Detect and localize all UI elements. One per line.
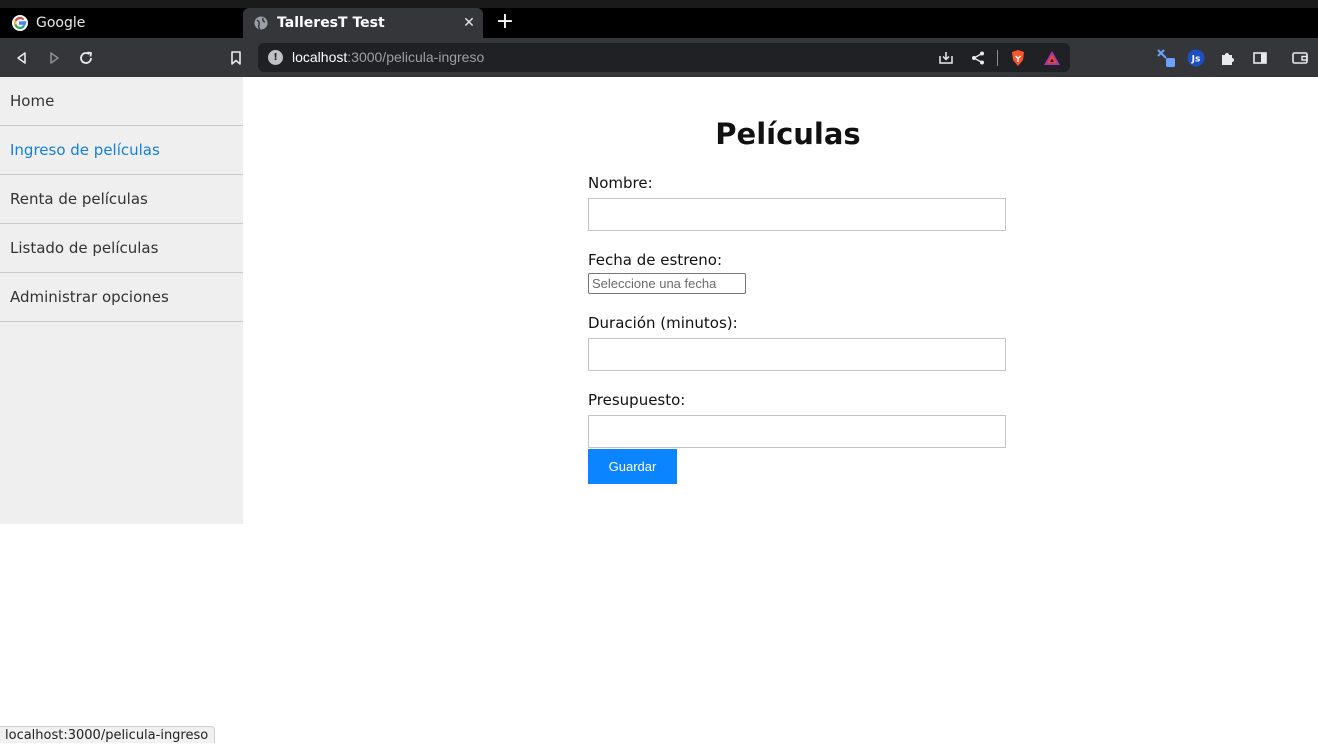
sidebar: Home Ingreso de películas Renta de pelíc… [0, 77, 243, 524]
brave-rewards-icon[interactable] [1042, 48, 1062, 68]
duracion-input[interactable] [588, 338, 1006, 371]
globe-icon [253, 15, 269, 31]
url-text[interactable]: localhost:3000/pelicula-ingreso [292, 49, 484, 65]
svg-text:Js: Js [1191, 55, 1201, 65]
page-title: Películas [715, 117, 861, 151]
translate-extension-icon[interactable] [1154, 46, 1178, 70]
browser-toolbar: ! localhost:3000/pelicula-ingreso Js [0, 38, 1318, 77]
fecha-estreno-label: Fecha de estreno: [588, 251, 722, 269]
fecha-estreno-input[interactable] [588, 273, 746, 294]
omnibox-divider [997, 50, 998, 66]
google-g-icon [12, 15, 28, 31]
nombre-label: Nombre: [588, 174, 653, 192]
sidebar-item-home[interactable]: Home [0, 77, 243, 126]
sidebar-item-administrar-opciones[interactable]: Administrar opciones [0, 273, 243, 322]
presupuesto-label: Presupuesto: [588, 391, 686, 409]
back-icon[interactable] [10, 46, 34, 70]
tab-title: Google [36, 15, 86, 31]
brave-shield-icon[interactable] [1008, 48, 1028, 68]
close-icon[interactable]: ✕ [461, 15, 477, 31]
sidebar-item-listado-peliculas[interactable]: Listado de películas [0, 224, 243, 273]
status-bar-url: localhost:3000/pelicula-ingreso [0, 726, 216, 743]
new-tab-icon[interactable]: + [494, 11, 516, 34]
site-info-icon[interactable]: ! [268, 50, 283, 65]
sidebar-item-renta-peliculas[interactable]: Renta de películas [0, 175, 243, 224]
nombre-input[interactable] [588, 198, 1006, 231]
url-host: localhost [292, 49, 348, 65]
share-icon[interactable] [968, 48, 988, 68]
js-extension-icon[interactable]: Js [1184, 46, 1208, 70]
install-icon[interactable] [936, 48, 956, 68]
presupuesto-input[interactable] [588, 415, 1006, 448]
duracion-label: Duración (minutos): [588, 314, 738, 332]
tab-google[interactable]: Google [0, 8, 242, 38]
pelicula-form: Nombre: Fecha de estreno: Duración (minu… [588, 174, 1008, 448]
sidebar-panel-icon[interactable] [1248, 46, 1272, 70]
tab-title: TalleresT Test [277, 15, 385, 31]
tab-talleres[interactable]: TalleresT Test ✕ [243, 8, 483, 38]
sidebar-item-ingreso-peliculas[interactable]: Ingreso de películas [0, 126, 243, 175]
address-bar[interactable]: ! localhost:3000/pelicula-ingreso [258, 43, 1070, 72]
url-path: :3000/pelicula-ingreso [347, 49, 485, 65]
reload-icon[interactable] [74, 46, 98, 70]
bookmark-icon[interactable] [224, 46, 248, 70]
extensions-puzzle-icon[interactable] [1216, 46, 1240, 70]
guardar-button[interactable]: Guardar [588, 449, 677, 484]
tab-strip: Google TalleresT Test ✕ + [0, 0, 1318, 38]
wallet-icon[interactable] [1288, 46, 1312, 70]
main-content: Películas Nombre: Fecha de estreno: Dura… [243, 77, 1318, 717]
forward-icon[interactable] [42, 46, 66, 70]
bookmarks-top-strip [0, 0, 1318, 8]
